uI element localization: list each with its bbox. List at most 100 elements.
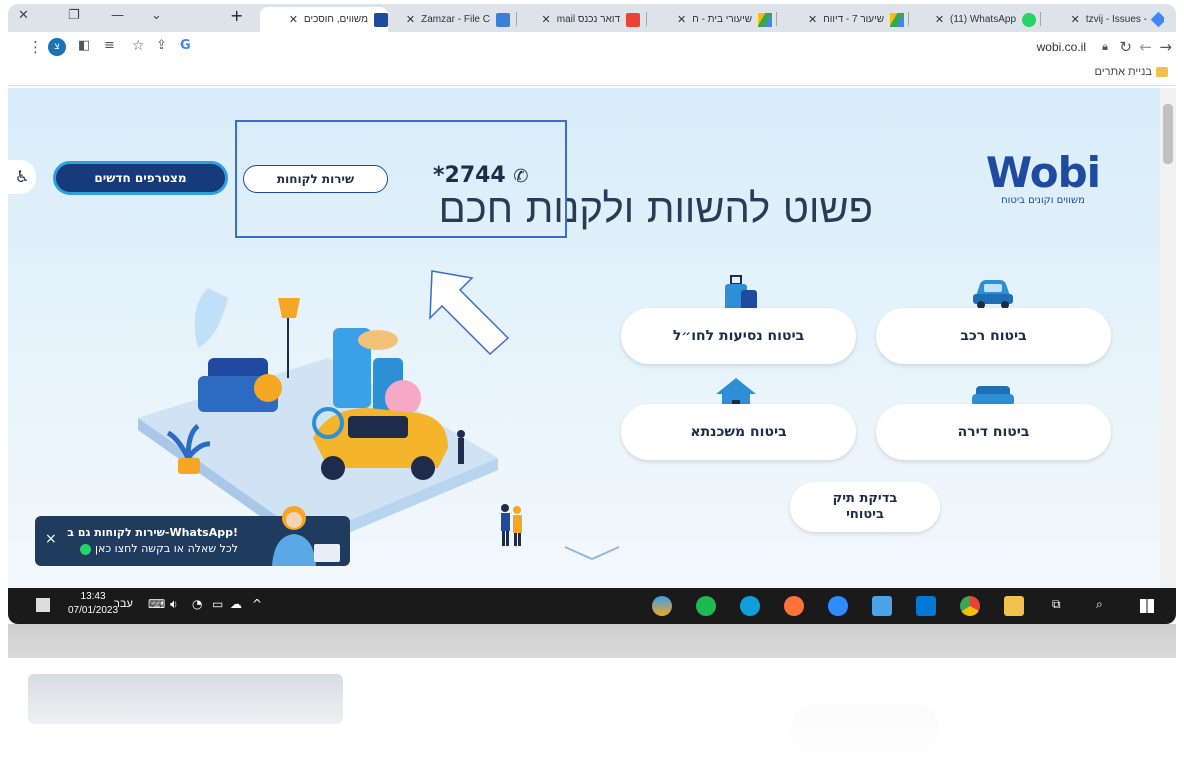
gmail-favicon-icon [626,12,640,27]
tab-title: tzvij - Issues - [1085,14,1147,25]
drive-favicon-icon [758,12,772,27]
tab-title: דואר נכנס mail [556,14,620,25]
minimize-window-icon[interactable]: — [111,8,124,23]
jira-favicon-icon [1150,11,1164,28]
mortgage-insurance-button[interactable]: ביטוח משכנתא [621,404,856,460]
taskbar-clock[interactable]: 13:43 07/01/2023 [68,590,118,618]
annotation-highlight-box [235,120,567,238]
check-label-line2: ביטוחי [846,507,884,522]
task-view-icon[interactable]: ⧉ [1052,597,1061,612]
whatsapp-banner-title: !WhatsApp-שירות לקוחות גם ב [67,526,238,539]
tab-separator [776,12,777,26]
tab-gmail[interactable]: דואר נכנס mail ✕ [520,7,640,32]
firefox-icon[interactable] [784,596,804,616]
lock-icon[interactable]: 🔒︎ [1102,40,1108,54]
wobi-page: Wobi משווים וקונים ביטוח פשוט להשוות ולק… [8,88,1176,588]
tab-whatsapp[interactable]: (11) WhatsApp ✕ [912,7,1036,32]
windows-start-icon[interactable] [1140,599,1154,613]
battery-icon[interactable]: ▭ [212,597,223,611]
wobi-favicon-icon [374,12,388,27]
more-menu-icon[interactable]: ⋮ [28,38,43,56]
chrome-icon[interactable] [960,596,980,616]
forward-icon[interactable]: ← [1139,38,1152,56]
car-insurance-button[interactable]: ביטוח רכב [876,308,1111,364]
close-window-icon[interactable]: ✕ [18,8,29,23]
reload-icon[interactable]: ↻ [1119,38,1132,56]
close-banner-button[interactable]: × [45,531,57,547]
wobi-logo[interactable]: Wobi משווים וקונים ביטוח [978,148,1108,206]
spotify-icon[interactable] [696,596,716,616]
close-tab-icon[interactable]: ✕ [1071,13,1080,26]
file-explorer-icon[interactable] [1004,596,1024,616]
notification-icon[interactable] [36,598,50,612]
tab-separator [908,12,909,26]
wifi-icon[interactable]: ◔ [192,597,202,611]
wheelchair-icon[interactable]: ♿︎ [8,160,36,194]
close-tab-icon[interactable]: ✕ [289,13,298,26]
tab-title: משווים, חוסכים [303,14,368,25]
browser-tab-bar: ✕ ❐ — ⌄ + משווים, חוסכים ✕ Zamzar - File… [8,4,1176,32]
page-scrollbar[interactable] [1160,88,1176,588]
show-hidden-icons-chevron-icon[interactable]: ^ [252,597,262,611]
whatsapp-favicon-icon [1022,12,1036,27]
google-lens-icon[interactable]: G [180,38,191,53]
bookmark-star-icon[interactable]: ☆ [132,38,145,54]
zoom-icon[interactable] [828,596,848,616]
weather-app-icon[interactable] [652,596,672,616]
mail-icon[interactable] [872,596,892,616]
side-panel-icon[interactable]: ◧ [78,38,90,53]
restore-window-icon[interactable]: ❐ [68,8,80,23]
share-icon[interactable]: ⇪ [156,38,167,53]
whatsapp-banner[interactable]: × !WhatsApp-שירות לקוחות גם ב לכל שאלה א… [35,506,350,566]
reading-list-icon[interactable]: ≡ [104,38,115,53]
tab-lesson-7[interactable]: שיעור 7 - דיווח ✕ [780,7,904,32]
car-icon [973,280,1013,309]
store-icon[interactable] [916,596,936,616]
tab-title: שיעורי בית - ח [692,14,752,25]
profile-avatar[interactable]: צ [48,38,66,56]
url-bar[interactable]: wobi.co.il [1037,40,1086,54]
close-tab-icon[interactable]: ✕ [935,13,944,26]
edge-icon[interactable] [740,596,760,616]
scrollbar-thumb[interactable] [1163,104,1173,164]
close-tab-icon[interactable]: ✕ [406,13,415,26]
back-icon[interactable]: → [1159,38,1172,56]
whatsapp-icon [80,543,92,555]
tab-search-chevron-icon[interactable]: ⌄ [151,8,162,23]
tab-homework[interactable]: שיעורי בית - ח ✕ [650,7,772,32]
tab-separator [516,12,517,26]
clock-time: 13:43 [80,591,106,602]
scroll-down-chevron-icon[interactable] [563,543,621,563]
tab-wobi[interactable]: משווים, חוסכים ✕ [260,7,388,32]
tab-separator [1040,12,1041,26]
insurance-portfolio-check-button[interactable]: בדיקת תיק ביטוחי [790,482,940,532]
volume-icon[interactable]: 🔉︎ [170,597,178,612]
language-indicator[interactable]: עבר [114,598,133,610]
decorative-reflection [8,624,1176,780]
check-label-line1: בדיקת תיק [832,491,898,506]
onedrive-icon[interactable]: ☁ [230,597,242,611]
bookmark-item[interactable]: בניית אתרים [1094,66,1168,78]
zamzar-favicon-icon [496,12,510,27]
close-tab-icon[interactable]: ✕ [677,13,686,26]
close-tab-icon[interactable]: ✕ [808,13,817,26]
windows-taskbar: 13:43 07/01/2023 עבר ⌨ 🔉︎ ◔ ▭ ☁ ^ ⧉ ⌕ [8,588,1176,624]
couple-figure-icon [501,504,522,546]
bookmark-label: בניית אתרים [1094,66,1153,78]
tab-title: שיעור 7 - דיווח [823,14,884,25]
apartment-insurance-button[interactable]: ביטוח דירה [876,404,1111,460]
browser-toolbar: ⋮ צ ◧ ≡ ☆ ⇪ G wobi.co.il 🔒︎ ↻ ← → [8,32,1176,62]
new-tab-button[interactable]: + [230,6,243,25]
keyboard-icon[interactable]: ⌨ [148,597,165,611]
search-icon[interactable]: ⌕ [1096,597,1103,612]
folder-icon [1156,67,1168,78]
new-members-button[interactable]: מצטרפים חדשים [53,161,228,195]
tab-tzvij-issues[interactable]: tzvij - Issues - ✕ [1044,7,1164,32]
screenshot-frame: ✕ ❐ — ⌄ + משווים, חוסכים ✕ Zamzar - File… [0,0,1184,780]
tab-title: Zamzar - File C [421,14,490,25]
clock-date: 07/01/2023 [68,605,119,616]
tab-zamzar[interactable]: Zamzar - File C ✕ [392,7,510,32]
close-tab-icon[interactable]: ✕ [542,13,551,26]
tab-separator [646,12,647,26]
travel-insurance-button[interactable]: ביטוח נסיעות לחו״ל [621,308,856,364]
